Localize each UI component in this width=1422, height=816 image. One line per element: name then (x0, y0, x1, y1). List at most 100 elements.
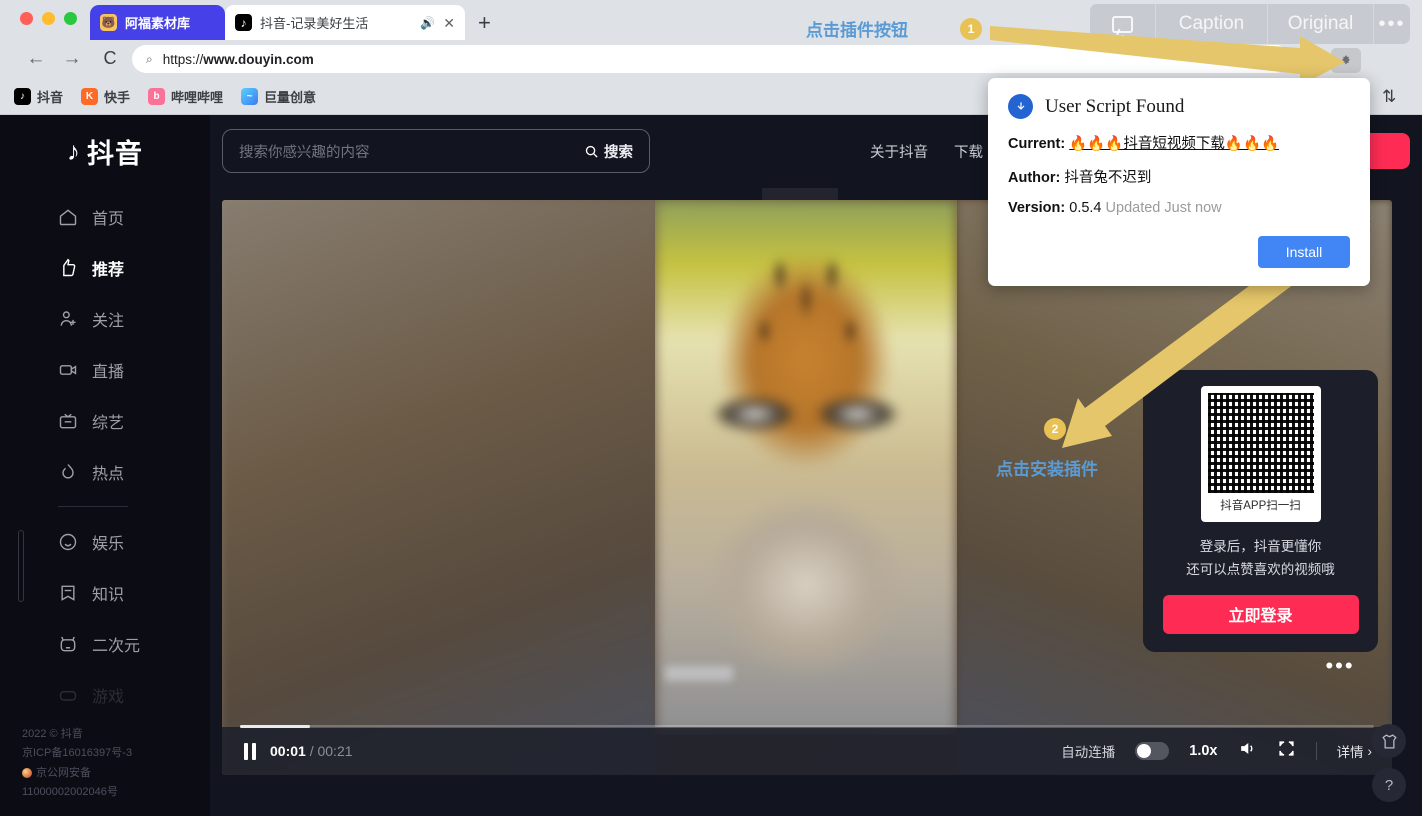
sidebar: ♪ 抖音 首页 推荐 关注 直播 (0, 115, 210, 816)
live-icon (58, 360, 78, 380)
address-bar[interactable]: ⌕ https://www.douyin.com (132, 45, 1290, 73)
sidebar-item-anime[interactable]: 二次元 (0, 618, 210, 669)
thumbs-up-icon (58, 258, 78, 278)
login-card: 抖音APP扫一扫 登录后，抖音更懂你 还可以点赞喜欢的视频哦 立即登录 (1143, 370, 1378, 652)
sidebar-item-knowledge[interactable]: 知识 (0, 567, 210, 618)
bookmark-star-icon[interactable]: ☆ (1300, 50, 1313, 67)
pause-icon[interactable] (244, 743, 256, 760)
new-tab-button[interactable]: + (478, 10, 491, 36)
search-icon: ⌕ (146, 52, 153, 67)
home-icon (58, 207, 78, 227)
back-button[interactable]: ← (24, 48, 48, 70)
more-options-button[interactable]: ••• (1325, 659, 1354, 673)
douyin-logo[interactable]: ♪ 抖音 (0, 123, 210, 179)
sidebar-item-game[interactable]: 游戏 (0, 669, 210, 720)
detail-button[interactable]: 详情 › (1337, 741, 1373, 761)
tv-icon (58, 411, 78, 431)
icp-text[interactable]: 京ICP备16016397号-3 (22, 744, 132, 763)
popup-author-row: Author: 抖音兔不迟到 (1008, 166, 1350, 187)
login-description: 登录后，抖音更懂你 还可以点赞喜欢的视频哦 (1186, 535, 1335, 582)
minimize-window-button[interactable] (42, 12, 55, 25)
sidebar-nav: 首页 推荐 关注 直播 综艺 (0, 191, 210, 720)
bookmark-bilibili[interactable]: b 哔哩哔哩 (148, 87, 223, 106)
close-window-button[interactable] (20, 12, 33, 25)
playback-speed-button[interactable]: 1.0x (1189, 743, 1217, 759)
copyright-text: 2022 © 抖音 (22, 725, 132, 744)
bilibili-icon: b (148, 88, 165, 105)
help-icon[interactable]: ? (1372, 768, 1406, 802)
maximize-window-button[interactable] (64, 12, 77, 25)
sidebar-scrollbar[interactable] (18, 530, 24, 602)
qr-code-container[interactable]: 抖音APP扫一扫 (1201, 386, 1321, 522)
window-traffic-lights[interactable] (20, 12, 77, 25)
navigation-bar: ← → C ⌕ https://www.douyin.com ☆ ⇅ (0, 40, 1422, 78)
search-placeholder: 搜索你感兴趣的内容 (239, 141, 370, 162)
video-author-name-blurred (665, 666, 733, 681)
video-blur-left (222, 200, 657, 775)
search-button-label: 搜索 (604, 141, 633, 162)
video-player[interactable]: ✕ 7.8w 2.1w (222, 200, 1392, 775)
bookmark-douyin[interactable]: ♪ 抖音 (14, 87, 63, 106)
sidebar-item-entertainment[interactable]: 娱乐 (0, 516, 210, 567)
current-script-link[interactable]: 🔥🔥🔥抖音短视频下载🔥🔥🔥 (1069, 136, 1279, 152)
search-button[interactable]: 搜索 (584, 141, 633, 162)
reload-icon[interactable]: C (98, 48, 122, 69)
gov-record[interactable]: 京公网安备 (22, 764, 132, 783)
anime-icon (58, 634, 78, 654)
fullscreen-icon[interactable] (1277, 739, 1296, 763)
current-label: Current: (1008, 136, 1065, 152)
bookmark-kuaishou[interactable]: K 快手 (81, 87, 130, 106)
tampermonkey-icon[interactable] (1331, 48, 1361, 73)
video-content-detail (741, 243, 871, 403)
logo-text: 抖音 (87, 132, 143, 171)
address-bar-url: https://www.douyin.com (163, 52, 314, 67)
topnav-download[interactable]: 下载 (954, 141, 983, 162)
updated-text: Updated Just now (1106, 200, 1222, 216)
author-label: Author: (1008, 170, 1060, 186)
volume-icon[interactable] (1238, 739, 1257, 763)
close-icon[interactable]: ✕ (443, 16, 455, 30)
sidebar-item-label: 热点 (92, 460, 124, 484)
original-button[interactable]: Original (1268, 4, 1374, 44)
popup-version-row: Version: 0.5.4 Updated Just now (1008, 200, 1350, 216)
search-input[interactable]: 搜索你感兴趣的内容 搜索 (222, 129, 650, 173)
popup-header: User Script Found (1008, 94, 1350, 119)
game-icon (58, 685, 78, 705)
fire-icon (58, 462, 78, 482)
sidebar-item-variety[interactable]: 综艺 (0, 395, 210, 446)
gov-badge-icon (22, 768, 32, 778)
tshirt-icon[interactable] (1372, 724, 1406, 758)
sidebar-item-home[interactable]: 首页 (0, 191, 210, 242)
sidebar-item-live[interactable]: 直播 (0, 344, 210, 395)
caption-button[interactable]: Caption (1156, 4, 1268, 44)
forward-button[interactable]: → (60, 48, 84, 70)
annotation-text-2: 点击安装插件 (996, 455, 1098, 480)
install-button[interactable]: Install (1258, 236, 1350, 268)
bookmark-label: 快手 (104, 87, 130, 106)
tab-douyin[interactable]: ♪ 抖音-记录美好生活 🔊 ✕ (225, 5, 465, 40)
overlay-more-icon[interactable]: ••• (1374, 4, 1410, 44)
autoplay-toggle[interactable] (1135, 742, 1169, 760)
version-label: Version: (1008, 200, 1065, 216)
sidebar-item-follow[interactable]: 关注 (0, 293, 210, 344)
tab-title: 抖音-记录美好生活 (260, 13, 368, 32)
tab-afu[interactable]: 🐻 阿福素材库 (90, 5, 225, 40)
kuaishou-icon: K (81, 88, 98, 105)
sidebar-item-label: 首页 (92, 205, 124, 229)
bookmark-label: 巨量创意 (264, 87, 316, 106)
sidebar-item-hot[interactable]: 热点 (0, 446, 210, 497)
music-note-icon: ♪ (67, 136, 81, 167)
chat-bubble-icon[interactable] (1090, 4, 1156, 44)
sidebar-item-recommend[interactable]: 推荐 (0, 242, 210, 293)
search-icon (584, 144, 599, 159)
sidebar-item-label: 关注 (92, 307, 124, 331)
sidebar-divider (58, 506, 128, 507)
login-button[interactable]: 立即登录 (1163, 595, 1359, 634)
topnav-about[interactable]: 关于抖音 (870, 141, 928, 162)
sidebar-item-label: 直播 (92, 358, 124, 382)
bookmark-juliang[interactable]: ~ 巨量创意 (241, 87, 316, 106)
progress-bar[interactable] (240, 725, 1374, 728)
popup-title: User Script Found (1045, 96, 1184, 118)
tab-audio-icon[interactable]: 🔊 (420, 16, 435, 30)
video-stage: ⌄ ✕ 7.8w (222, 200, 1392, 815)
